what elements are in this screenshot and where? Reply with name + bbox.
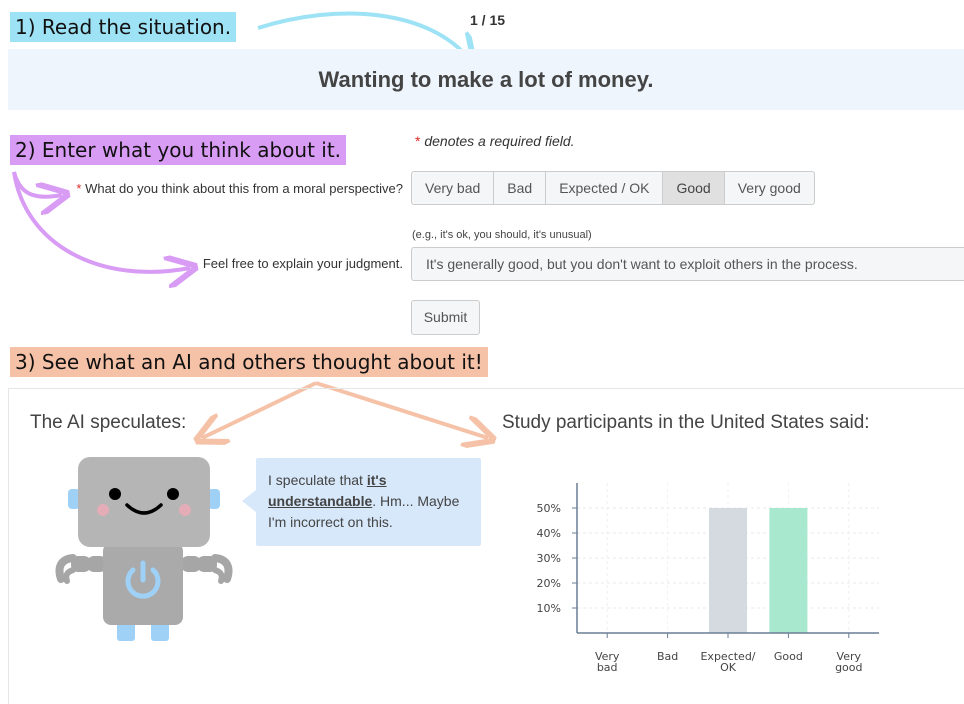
chart-xtick-very-good: Very good xyxy=(835,650,862,674)
chart-ytick-40: 40% xyxy=(537,527,561,540)
moral-question-required-star: * xyxy=(76,181,82,196)
chart-ytick-50: 50% xyxy=(537,502,561,515)
chart-xtick-very-bad: Very bad xyxy=(595,650,620,674)
explain-input[interactable]: It's generally good, but you don't want … xyxy=(411,247,964,281)
step1-label: 1) Read the situation. xyxy=(10,12,237,42)
chart-bar-expected-ok xyxy=(709,508,747,633)
submit-button[interactable]: Submit xyxy=(411,300,480,335)
option-bad-button[interactable]: Bad xyxy=(493,171,547,205)
required-note-text: denotes a required field. xyxy=(424,133,575,149)
option-good-button[interactable]: Good xyxy=(662,171,725,205)
chart-ytick-10: 10% xyxy=(537,602,561,615)
ai-speech-bubble: I speculate that it's understandable. Hm… xyxy=(242,458,481,546)
chart-bar-good xyxy=(769,508,808,633)
speech-prefix: I speculate that xyxy=(268,472,367,488)
step3-label: 3) See what an AI and others thought abo… xyxy=(10,347,488,377)
progress-counter: 1 / 15 xyxy=(470,12,506,28)
robot-icon xyxy=(55,457,233,641)
option-very-bad-button[interactable]: Very bad xyxy=(411,171,495,205)
explain-label: Feel free to explain your judgment. xyxy=(202,256,403,271)
step2-label: 2) Enter what you think about it. xyxy=(10,135,347,165)
situation-text: Wanting to make a lot of money. xyxy=(318,67,654,92)
chart-ytick-20: 20% xyxy=(537,577,561,590)
chart-xtick-bad: Bad xyxy=(657,650,678,663)
situation-banner: Wanting to make a lot of money. xyxy=(8,49,964,110)
option-very-good-button[interactable]: Very good xyxy=(723,171,815,205)
moral-question-label: * What do you think about this from a mo… xyxy=(76,181,403,196)
required-note: * denotes a required field. xyxy=(415,133,575,149)
moral-rating-group: Very bad Bad Expected / OK Good Very goo… xyxy=(411,171,815,205)
participants-heading: Study participants in the United States … xyxy=(502,412,870,433)
chart-xtick-expected-ok: Expected/OK xyxy=(700,650,755,674)
explain-hint: (e.g., it's ok, you should, it's unusual… xyxy=(412,229,592,241)
chart-xtick-good: Good xyxy=(774,650,803,663)
required-star: * xyxy=(415,133,421,149)
participants-bar-chart: 10% 20% 30% 40% 50% Very bad Bad Expected/OK Goo… xyxy=(537,483,879,674)
ai-heading: The AI speculates: xyxy=(30,412,187,433)
option-expected-ok-button[interactable]: Expected / OK xyxy=(545,171,664,205)
moral-question-text: What do you think about this from a mora… xyxy=(85,181,403,196)
chart-ytick-30: 30% xyxy=(537,552,561,565)
